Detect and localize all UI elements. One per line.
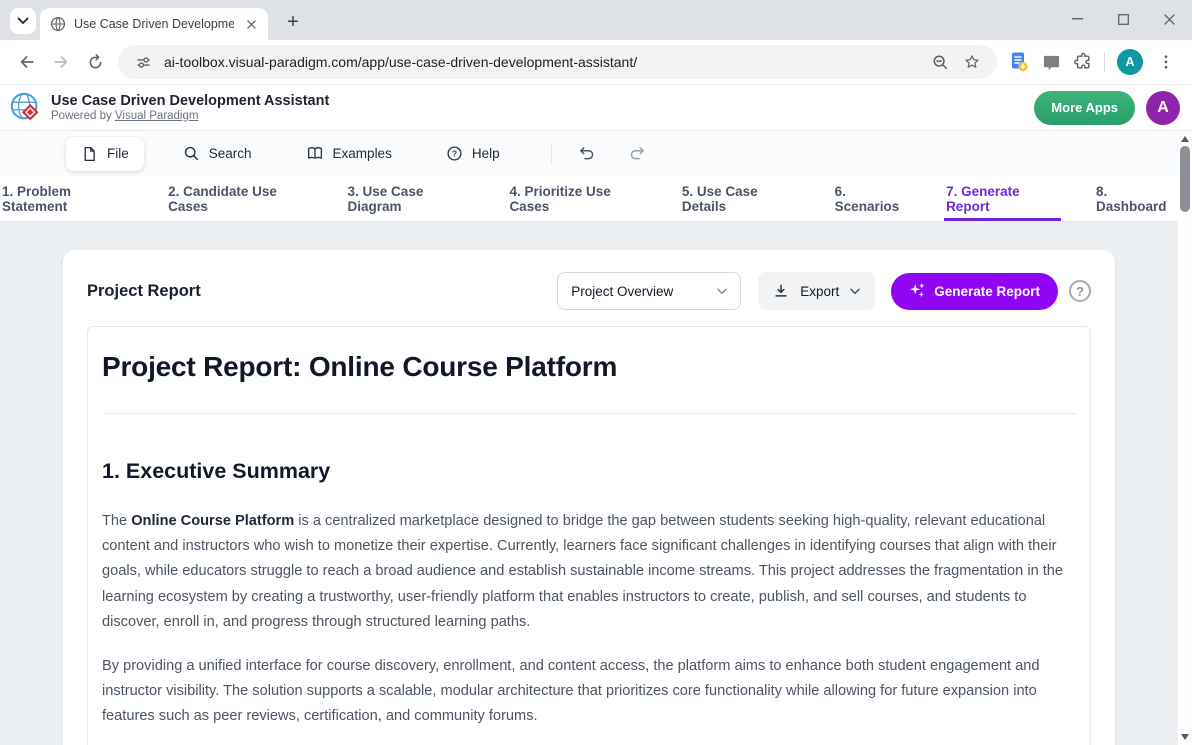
menu-file-label: File xyxy=(107,146,129,161)
powered-by: Powered by Visual Paradigm xyxy=(51,110,329,122)
tab-title: Use Case Driven Development A xyxy=(74,17,234,31)
step-use-case-diagram[interactable]: 3. Use Case Diagram xyxy=(346,176,475,221)
panel-help-icon[interactable]: ? xyxy=(1069,280,1091,302)
site-settings-icon[interactable] xyxy=(132,51,154,73)
minimize-button[interactable] xyxy=(1054,0,1100,38)
close-window-button[interactable] xyxy=(1146,0,1192,38)
step-use-case-details[interactable]: 5. Use Case Details xyxy=(680,176,800,221)
generate-report-button[interactable]: Generate Report xyxy=(891,273,1058,310)
redo-icon xyxy=(627,145,647,163)
browser-profile-avatar[interactable]: A xyxy=(1117,49,1143,75)
chevron-down-icon xyxy=(850,288,860,295)
menubar-divider xyxy=(551,143,552,165)
report-panel-header: Project Report Project Overview Export G… xyxy=(87,272,1091,310)
step-generate-report[interactable]: 7. Generate Report xyxy=(944,176,1061,221)
forward-button[interactable] xyxy=(44,45,78,79)
step-dashboard[interactable]: 8. Dashboard xyxy=(1094,176,1178,221)
docs-extension-icon[interactable] xyxy=(1003,46,1035,78)
globe-favicon-icon xyxy=(50,16,66,32)
report-document: Project Report: Online Course Platform 1… xyxy=(87,326,1091,745)
browser-menu-icon[interactable] xyxy=(1150,46,1182,78)
back-button[interactable] xyxy=(10,45,44,79)
generate-report-label: Generate Report xyxy=(934,284,1040,299)
browser-tab[interactable]: Use Case Driven Development A xyxy=(40,8,268,40)
section-heading-executive-summary: 1. Executive Summary xyxy=(102,459,1076,484)
report-title: Project Report: Online Course Platform xyxy=(102,351,1076,383)
reload-button[interactable] xyxy=(78,45,112,79)
menu-examples-label: Examples xyxy=(333,146,392,161)
step-problem-statement[interactable]: 1. Problem Statement xyxy=(0,176,133,221)
book-icon xyxy=(306,145,324,162)
app-menubar: File Search Examples ? Help xyxy=(0,131,1178,176)
file-icon xyxy=(81,145,98,163)
redo-button[interactable] xyxy=(620,137,654,171)
export-button[interactable]: Export xyxy=(758,272,875,310)
workflow-steps: 1. Problem Statement 2. Candidate Use Ca… xyxy=(0,176,1178,222)
bookmark-star-icon[interactable] xyxy=(961,51,983,73)
toolbar-divider xyxy=(1104,52,1105,72)
svg-text:?: ? xyxy=(452,149,457,159)
browser-toolbar: ai-toolbox.visual-paradigm.com/app/use-c… xyxy=(0,40,1192,85)
powered-by-prefix: Powered by xyxy=(51,110,115,122)
report-divider xyxy=(102,413,1076,414)
app-logo xyxy=(9,91,43,125)
panel-title: Project Report xyxy=(87,282,557,301)
menu-help-label: Help xyxy=(472,146,500,161)
scrollbar-up-arrow[interactable] xyxy=(1181,136,1189,142)
search-icon xyxy=(183,145,200,162)
menu-help[interactable]: ? Help xyxy=(431,137,515,170)
paragraph-text: is a centralized marketplace designed to… xyxy=(102,513,1063,630)
zoom-icon[interactable] xyxy=(929,51,951,73)
extensions-puzzle-icon[interactable] xyxy=(1067,46,1099,78)
undo-button[interactable] xyxy=(570,137,604,171)
visual-paradigm-link[interactable]: Visual Paradigm xyxy=(115,110,199,122)
app-header: Use Case Driven Development Assistant Po… xyxy=(0,85,1192,131)
report-scope-value: Project Overview xyxy=(571,284,717,299)
menu-search-label: Search xyxy=(209,146,252,161)
executive-summary-paragraph-1: The Online Course Platform is a centrali… xyxy=(102,509,1076,635)
user-avatar[interactable]: A xyxy=(1146,91,1180,125)
chevron-down-icon xyxy=(717,288,727,295)
menu-search[interactable]: Search xyxy=(168,137,267,170)
report-panel: Project Report Project Overview Export G… xyxy=(63,250,1115,745)
browser-titlebar: Use Case Driven Development A + xyxy=(0,0,1192,40)
app-titles: Use Case Driven Development Assistant Po… xyxy=(51,93,329,122)
content-area: Project Report Project Overview Export G… xyxy=(0,222,1178,745)
undo-icon xyxy=(577,145,597,163)
chevron-down-icon xyxy=(17,17,29,25)
executive-summary-paragraph-2: By providing a unified interface for cou… xyxy=(102,654,1076,730)
step-prioritize-use-cases[interactable]: 4. Prioritize Use Cases xyxy=(507,176,646,221)
app-page: File Search Examples ? Help xyxy=(0,131,1178,745)
step-candidate-use-cases[interactable]: 2. Candidate Use Cases xyxy=(166,176,312,221)
menu-examples[interactable]: Examples xyxy=(291,137,407,170)
report-scope-select[interactable]: Project Overview xyxy=(557,272,741,310)
paragraph-text: The xyxy=(102,513,131,529)
app-title: Use Case Driven Development Assistant xyxy=(51,93,329,110)
paragraph-bold-text: Online Course Platform xyxy=(131,513,294,529)
new-tab-button[interactable]: + xyxy=(280,9,306,35)
step-scenarios[interactable]: 6. Scenarios xyxy=(833,176,911,221)
page-scrollbar[interactable] xyxy=(1178,131,1192,745)
menu-file[interactable]: File xyxy=(66,137,144,171)
chat-extension-icon[interactable] xyxy=(1035,46,1067,78)
help-icon: ? xyxy=(446,145,463,162)
scrollbar-down-arrow[interactable] xyxy=(1181,734,1189,740)
tab-close-icon[interactable] xyxy=(242,15,260,33)
scrollbar-thumb[interactable] xyxy=(1180,146,1190,212)
more-apps-button[interactable]: More Apps xyxy=(1034,91,1135,125)
maximize-button[interactable] xyxy=(1100,0,1146,38)
export-label: Export xyxy=(800,284,839,299)
download-icon xyxy=(773,283,789,299)
url-text[interactable]: ai-toolbox.visual-paradigm.com/app/use-c… xyxy=(164,54,919,70)
browser-window: Use Case Driven Development A + ai-toolb… xyxy=(0,0,1192,745)
window-controls xyxy=(1054,0,1192,38)
url-bar[interactable]: ai-toolbox.visual-paradigm.com/app/use-c… xyxy=(118,45,997,79)
tab-search-button[interactable] xyxy=(10,8,36,34)
sparkles-icon xyxy=(909,283,925,299)
